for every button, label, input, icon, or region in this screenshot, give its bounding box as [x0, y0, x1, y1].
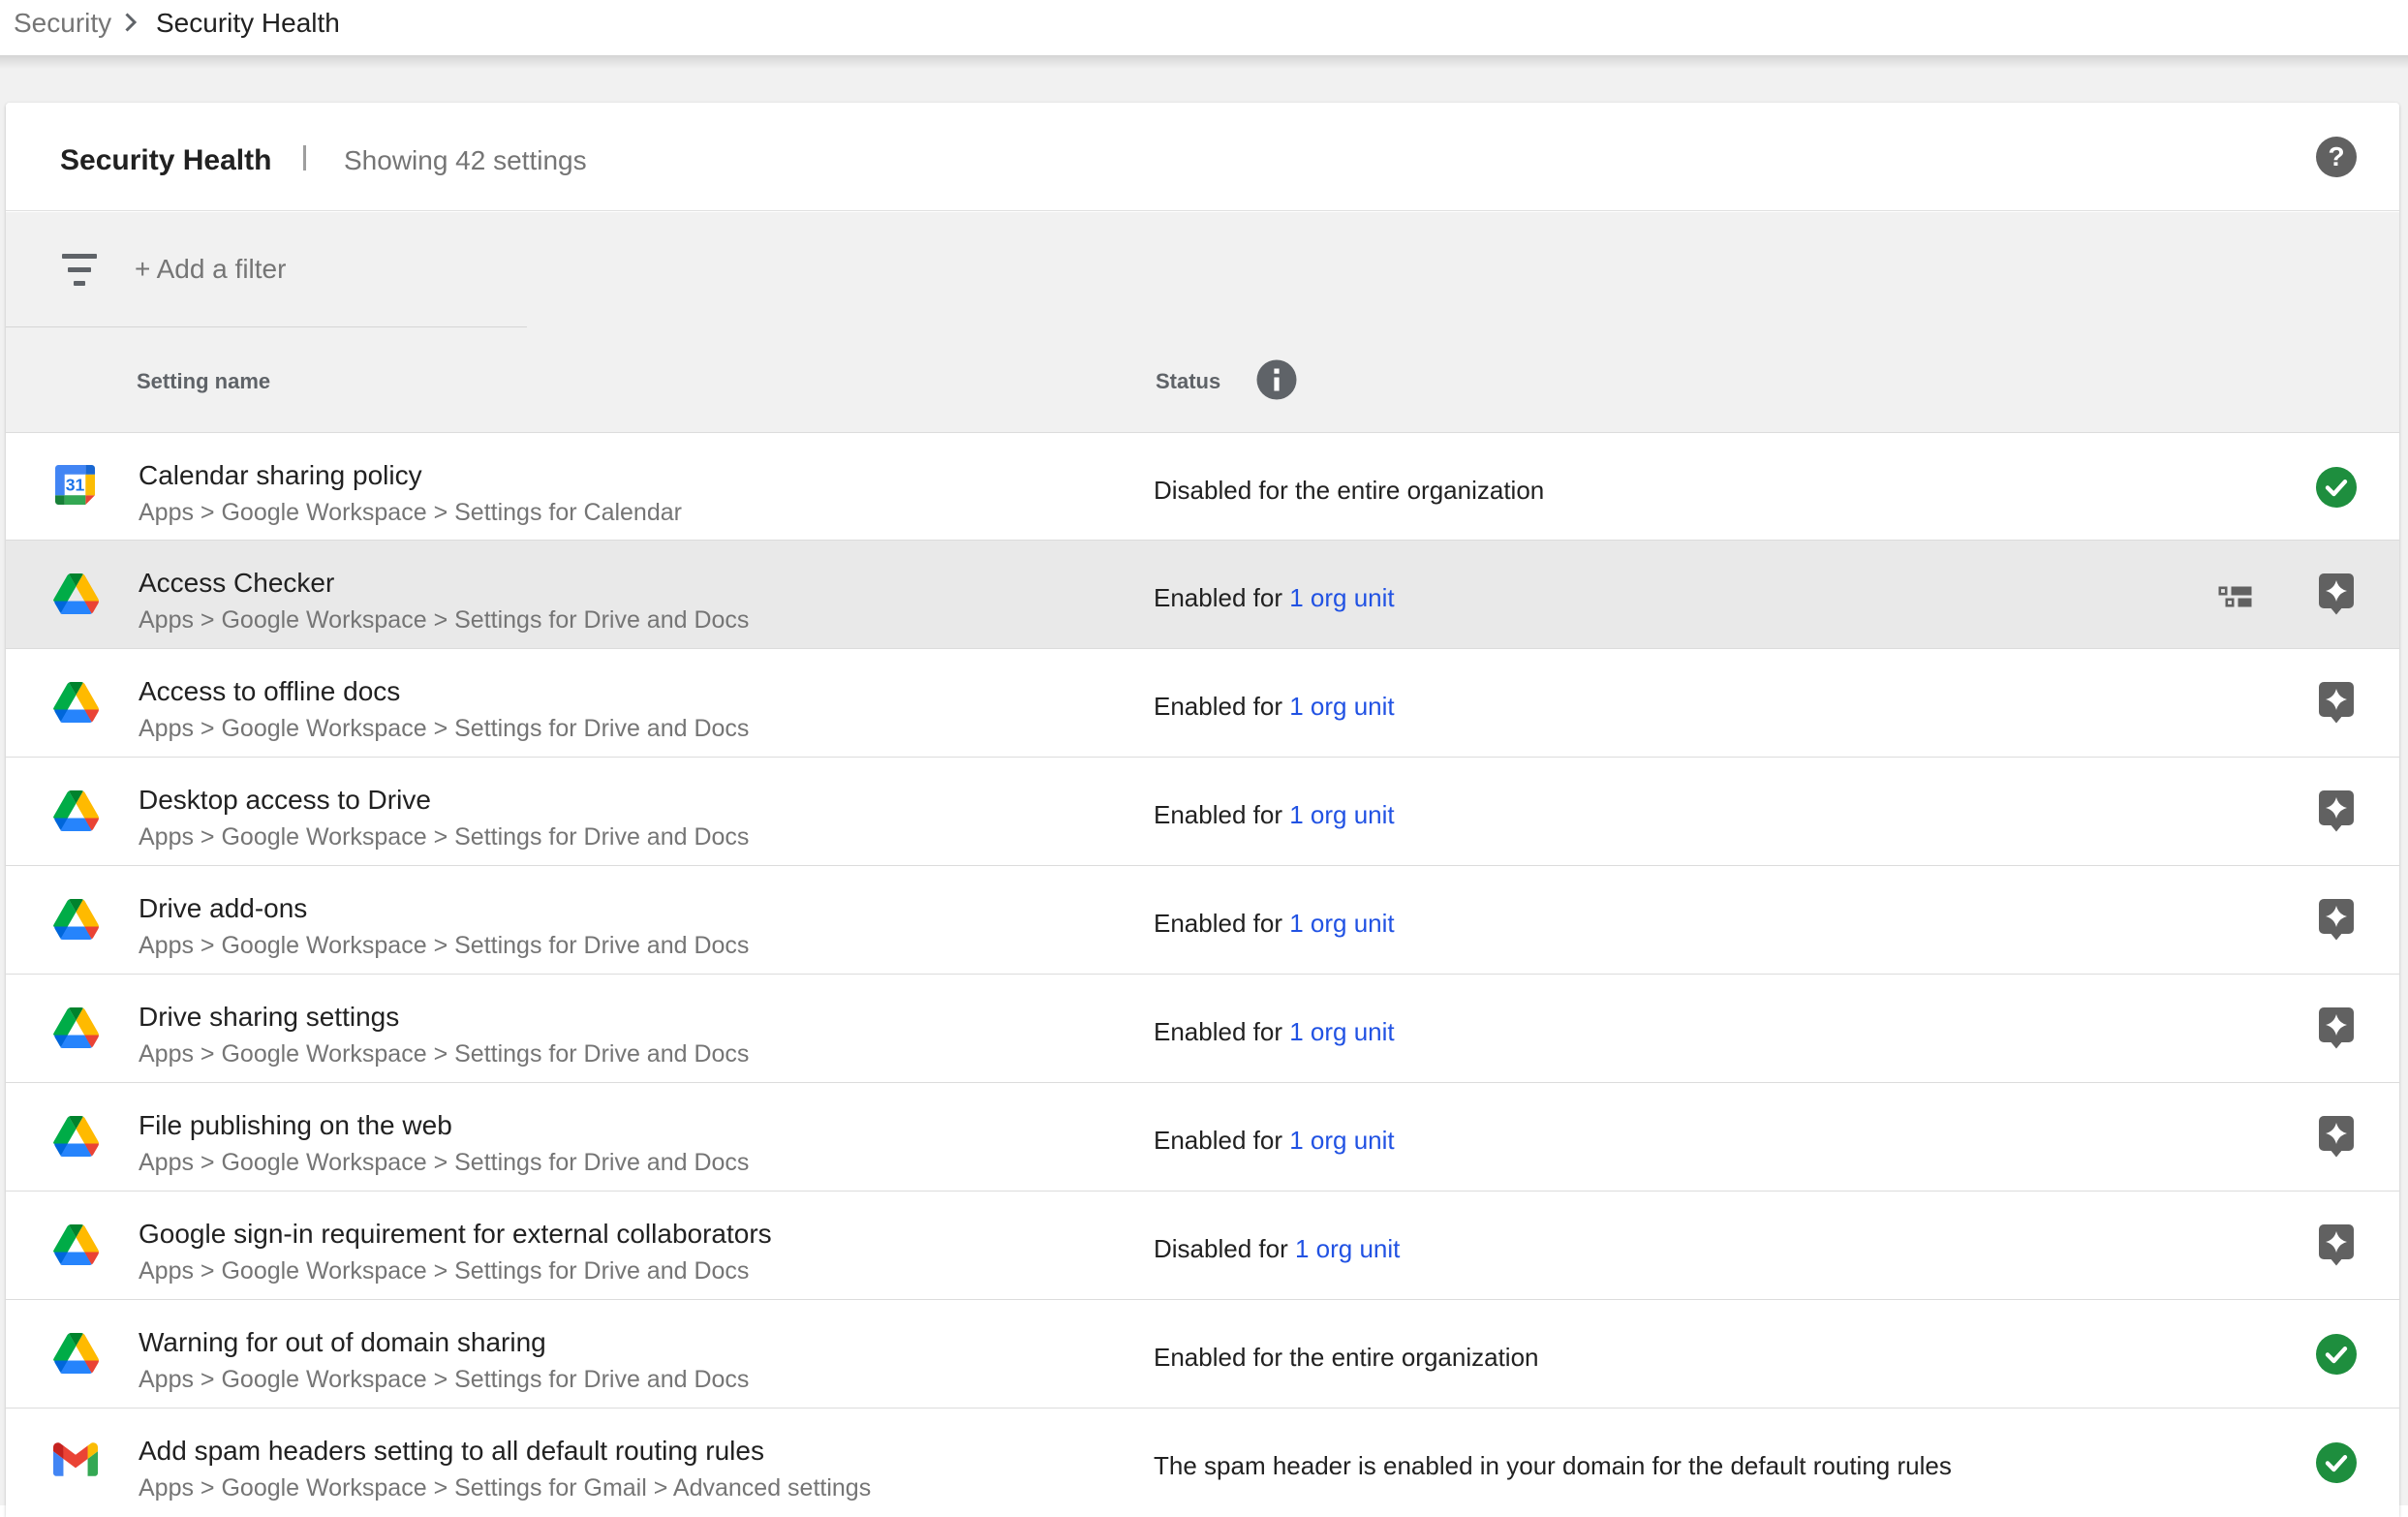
svg-text:31: 31 — [66, 476, 85, 495]
